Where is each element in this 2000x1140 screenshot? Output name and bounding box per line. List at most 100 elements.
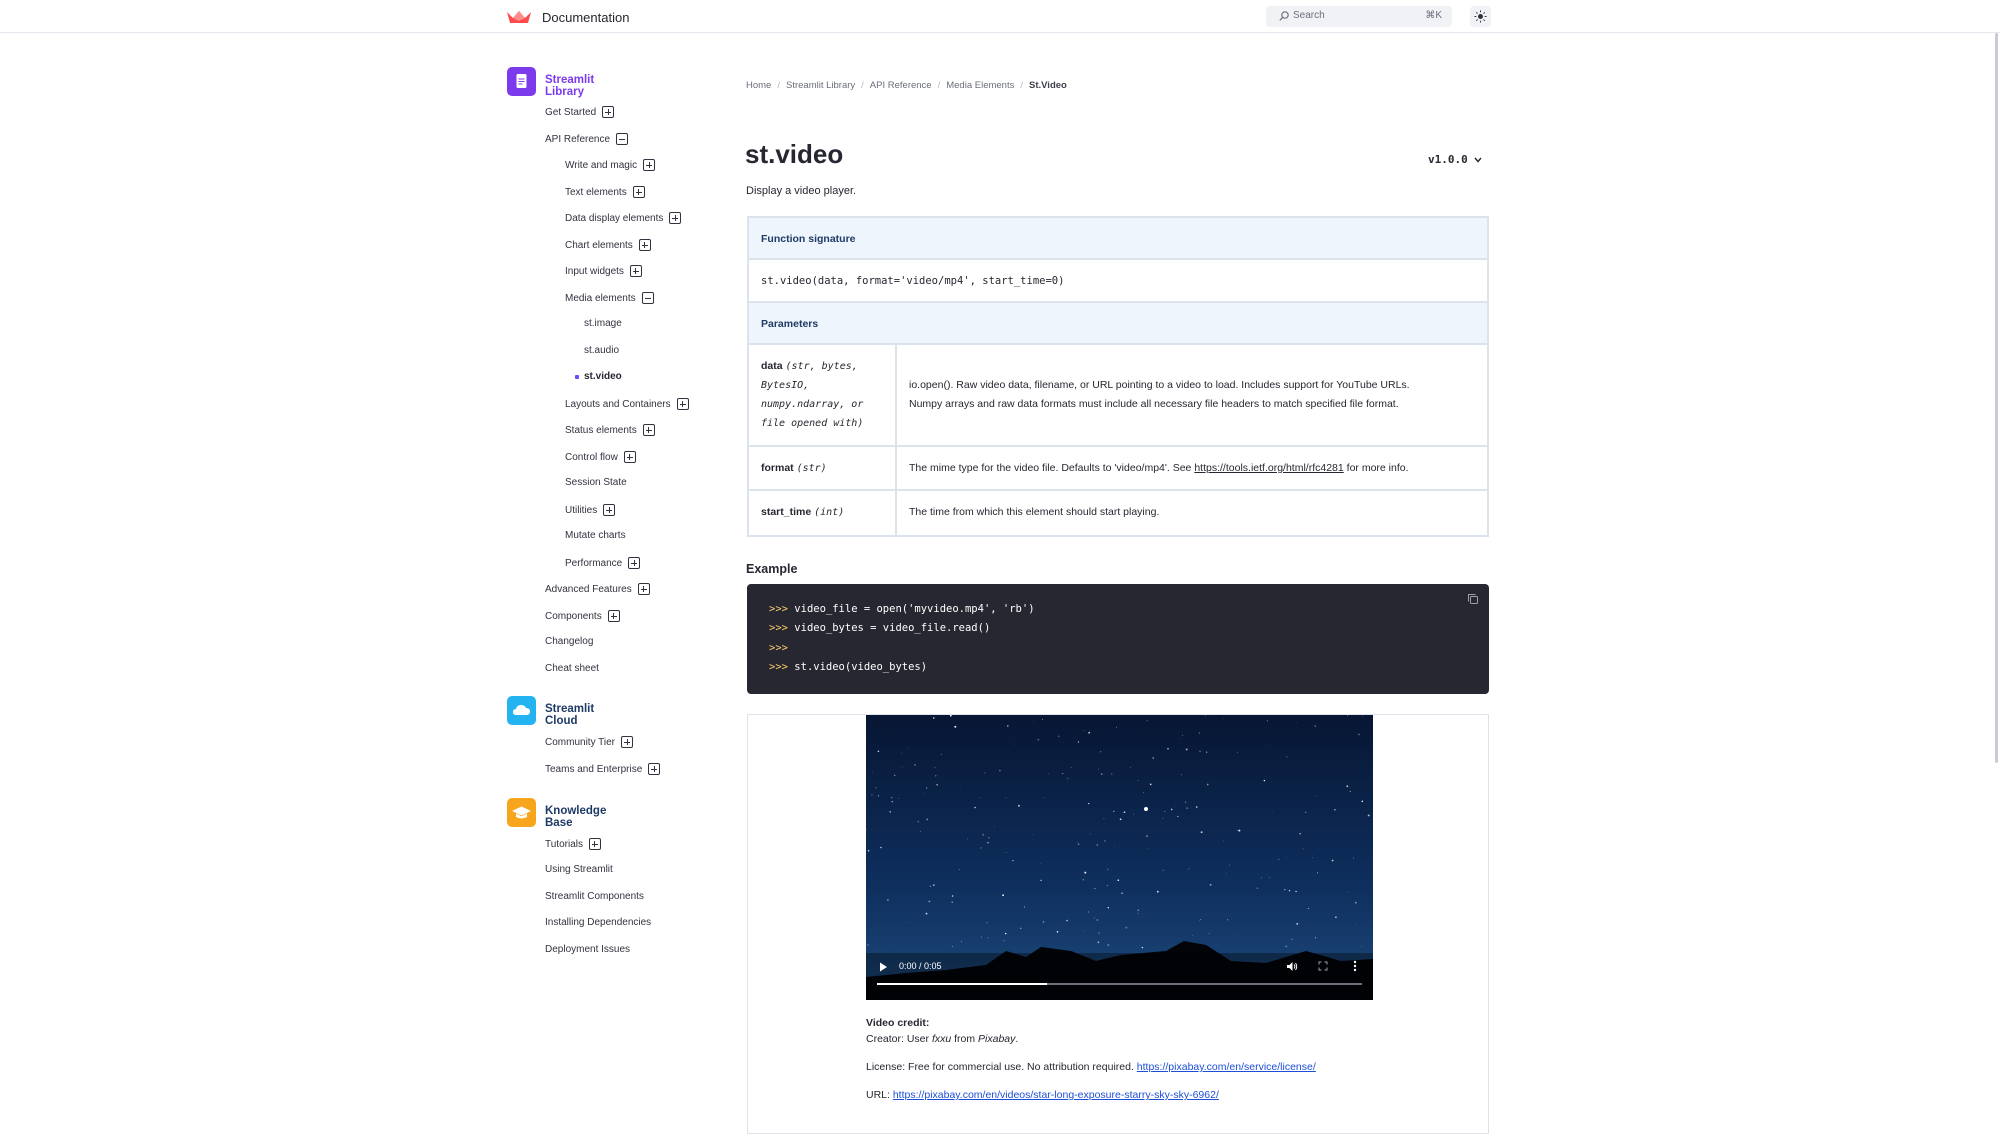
sidebar-item-using-streamlit[interactable]: Using Streamlit xyxy=(545,864,613,875)
sidebar-item-components[interactable]: Components xyxy=(545,610,620,622)
sidebar-item-label: Input widgets xyxy=(565,265,624,277)
credit-text: from xyxy=(951,1033,979,1045)
plus-icon[interactable] xyxy=(648,763,661,775)
sidebar-item-input-widgets[interactable]: Input widgets xyxy=(565,265,642,277)
plus-icon[interactable] xyxy=(588,838,601,850)
license-link[interactable]: https://pixabay.com/en/service/license/ xyxy=(1137,1061,1316,1073)
example-heading: Example xyxy=(746,562,798,576)
sidebar-item-control-flow[interactable]: Control flow xyxy=(565,451,636,463)
video-url-link[interactable]: https://pixabay.com/en/videos/star-long-… xyxy=(893,1089,1219,1101)
param-row-format: format (str) The mime type for the video… xyxy=(749,447,1487,491)
video-progress-bar[interactable] xyxy=(877,983,1362,985)
plus-icon[interactable] xyxy=(637,583,650,595)
sidebar-item-changelog[interactable]: Changelog xyxy=(545,636,593,647)
param-type-line: (str, bytes, xyxy=(785,361,858,372)
plus-icon[interactable] xyxy=(632,186,645,198)
more-options-icon[interactable] xyxy=(1353,960,1357,972)
volume-icon[interactable] xyxy=(1286,961,1298,972)
param-desc-data: io.open(). Raw video data, filename, or … xyxy=(909,376,1410,414)
section-knowledge-base[interactable]: Knowledge Base xyxy=(545,805,606,829)
plus-icon[interactable] xyxy=(623,451,636,463)
sidebar-item-data-display-elements[interactable]: Data display elements xyxy=(565,212,682,224)
sidebar-item-cheat-sheet[interactable]: Cheat sheet xyxy=(545,663,599,674)
plus-icon[interactable] xyxy=(676,398,689,410)
parameters-heading: Parameters xyxy=(761,318,819,330)
page-subtitle: Display a video player. xyxy=(746,185,857,197)
search-bar[interactable]: Search ⌘K xyxy=(1266,6,1452,27)
sidebar-item-status-elements[interactable]: Status elements xyxy=(565,424,655,436)
plus-icon[interactable] xyxy=(642,424,655,436)
plus-icon[interactable] xyxy=(628,557,641,569)
sidebar-item-layouts-and-containers[interactable]: Layouts and Containers xyxy=(565,398,689,410)
minus-icon[interactable] xyxy=(641,292,654,304)
breadcrumb-streamlit-library[interactable]: Streamlit Library xyxy=(786,80,855,91)
documentation-title[interactable]: Documentation xyxy=(542,10,629,25)
plus-icon[interactable] xyxy=(629,265,642,277)
breadcrumb-api-reference[interactable]: API Reference xyxy=(870,80,932,91)
video-credit-creator: Creator: User fxxu from Pixabay. xyxy=(866,1033,1018,1045)
fullscreen-icon[interactable] xyxy=(1318,961,1328,971)
version-selector[interactable]: v1.0.0 xyxy=(1428,153,1482,166)
sidebar-item-mutate-charts[interactable]: Mutate charts xyxy=(565,530,626,541)
plus-icon[interactable] xyxy=(643,159,656,171)
plus-icon[interactable] xyxy=(603,504,616,516)
sidebar-item-performance[interactable]: Performance xyxy=(565,557,641,569)
video-player[interactable]: 0:00 / 0:05 xyxy=(866,715,1373,1000)
param-row-start-time: start_time (int) The time from which thi… xyxy=(749,491,1487,535)
sidebar-item-community-tier[interactable]: Community Tier xyxy=(545,736,634,748)
sidebar-item-chart-elements[interactable]: Chart elements xyxy=(565,239,651,251)
function-signature-heading: Function signature xyxy=(761,233,856,245)
copy-icon[interactable] xyxy=(1467,593,1479,605)
video-controls: 0:00 / 0:05 xyxy=(866,715,1373,1000)
param-desc-text: for more info. xyxy=(1343,462,1409,474)
sidebar-item-label: Text elements xyxy=(565,186,627,198)
sidebar-item-installing-dependencies[interactable]: Installing Dependencies xyxy=(545,917,651,928)
sidebar-item-utilities[interactable]: Utilities xyxy=(565,504,616,516)
sidebar-item-api-reference[interactable]: API Reference xyxy=(545,133,629,145)
sidebar-item-advanced-features[interactable]: Advanced Features xyxy=(545,583,650,595)
page-scrollbar[interactable] xyxy=(1994,33,2000,1140)
breadcrumb-media-elements[interactable]: Media Elements xyxy=(946,80,1014,91)
param-desc-text: The mime type for the video file. Defaul… xyxy=(909,462,1195,474)
sidebar-item-text-elements[interactable]: Text elements xyxy=(565,186,645,198)
param-name: data xyxy=(761,360,783,372)
search-shortcut: ⌘K xyxy=(1425,10,1442,21)
sidebar-item-st-audio[interactable]: st.audio xyxy=(584,345,619,356)
minus-icon[interactable] xyxy=(616,133,629,145)
section-streamlit-cloud[interactable]: Streamlit Cloud xyxy=(545,703,594,727)
sidebar-item-label: Streamlit Components xyxy=(545,891,644,902)
sidebar-item-label: Session State xyxy=(565,477,627,488)
sidebar-item-streamlit-components[interactable]: Streamlit Components xyxy=(545,891,644,902)
param-type: (str) xyxy=(796,463,827,474)
rfc4281-link[interactable]: https://tools.ietf.org/html/rfc4281 xyxy=(1194,462,1343,474)
sidebar-item-deployment-issues[interactable]: Deployment Issues xyxy=(545,944,630,955)
sidebar-item-write-and-magic[interactable]: Write and magic xyxy=(565,159,656,171)
streamlit-logo-icon[interactable] xyxy=(507,10,531,24)
theme-toggle-button[interactable] xyxy=(1470,6,1491,27)
plus-icon[interactable] xyxy=(607,610,620,622)
plus-icon[interactable] xyxy=(602,106,615,118)
sidebar-item-label: Using Streamlit xyxy=(545,864,613,875)
plus-icon[interactable] xyxy=(669,212,682,224)
sidebar-item-session-state[interactable]: Session State xyxy=(565,477,627,488)
code-text: video_file = open('myvideo.mp4', 'rb') xyxy=(794,603,1035,615)
scrollbar-thumb[interactable] xyxy=(1995,33,1998,763)
code-line: >>> st.video(video_bytes) xyxy=(769,661,927,673)
section-streamlit-library[interactable]: Streamlit Library xyxy=(545,74,594,98)
sidebar-item-st-image[interactable]: st.image xyxy=(584,318,622,329)
plus-icon[interactable] xyxy=(621,736,634,748)
video-credit-url: URL: https://pixabay.com/en/videos/star-… xyxy=(866,1089,1219,1101)
credit-text: URL: xyxy=(866,1089,893,1101)
play-icon[interactable] xyxy=(879,962,888,972)
sidebar-item-st-video[interactable]: st.video xyxy=(584,371,622,382)
sidebar-item-get-started[interactable]: Get Started xyxy=(545,106,615,118)
sidebar-item-tutorials[interactable]: Tutorials xyxy=(545,838,601,850)
sidebar-item-teams-and-enterprise[interactable]: Teams and Enterprise xyxy=(545,763,661,775)
plus-icon[interactable] xyxy=(638,239,651,251)
video-progress-fill xyxy=(877,983,1047,985)
sidebar-item-media-elements[interactable]: Media elements xyxy=(565,292,654,304)
sidebar-item-label: Advanced Features xyxy=(545,583,632,595)
param-desc-start-time: The time from which this element should … xyxy=(909,506,1160,518)
param-name-data: data (str, bytes, BytesIO, numpy.ndarray… xyxy=(761,357,863,433)
breadcrumb-home[interactable]: Home xyxy=(746,80,771,91)
